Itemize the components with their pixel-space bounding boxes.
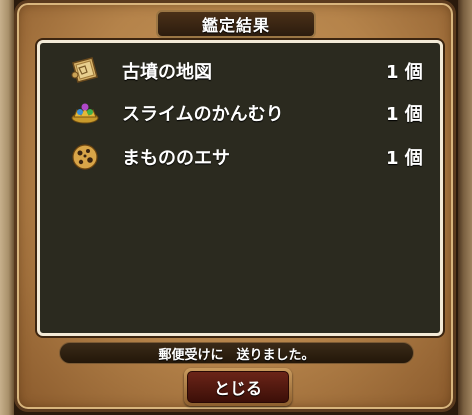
background-right-edge bbox=[458, 0, 472, 415]
item-quantity: 1 個 bbox=[386, 62, 423, 83]
list-item: まもののエサ 1 個 bbox=[40, 139, 440, 173]
list-item: スライムのかんむり 1 個 bbox=[40, 95, 440, 129]
dialog-title: 鑑定結果 bbox=[156, 10, 316, 38]
close-button-label: とじる bbox=[187, 371, 289, 403]
item-quantity: 1 個 bbox=[386, 148, 423, 169]
item-name: スライムのかんむり bbox=[122, 104, 284, 125]
slime-crown-icon bbox=[70, 97, 100, 127]
list-item: 古墳の地図 1 個 bbox=[40, 53, 440, 87]
monster-food-icon bbox=[70, 141, 100, 171]
background-left-edge bbox=[0, 0, 14, 415]
map-scroll-icon bbox=[70, 55, 100, 85]
close-button[interactable]: とじる bbox=[184, 368, 292, 406]
item-name: 古墳の地図 bbox=[122, 62, 212, 83]
item-name: まもののエサ bbox=[122, 148, 230, 169]
item-quantity: 1 個 bbox=[386, 104, 423, 125]
status-message: 郵便受けに 送りました。 bbox=[59, 342, 414, 364]
item-list: 古墳の地図 1 個 スライムのかんむり 1 個 まもののエサ 1 個 bbox=[37, 40, 443, 336]
